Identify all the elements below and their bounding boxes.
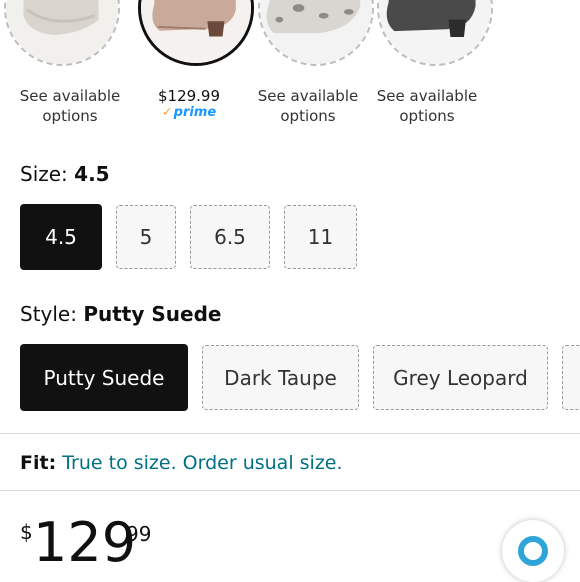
size-option-11[interactable]: 11 <box>284 205 357 269</box>
divider <box>0 490 580 491</box>
style-selected-value: Putty Suede <box>83 302 222 326</box>
swatch-black[interactable] <box>377 0 493 66</box>
price-currency: $ <box>20 520 33 544</box>
size-option-6-5[interactable]: 6.5 <box>190 205 270 269</box>
price-fraction: 99 <box>126 522 152 546</box>
style-option-more[interactable] <box>562 345 580 410</box>
boot-image <box>260 0 372 64</box>
fit-row: Fit: True to size. Order usual size. <box>20 452 343 474</box>
alexa-button[interactable] <box>502 520 564 582</box>
boot-image <box>379 0 491 64</box>
swatch-caption: See available options <box>257 87 359 125</box>
swatch-price: $129.99 <box>157 87 221 105</box>
divider <box>0 433 580 434</box>
prime-check-icon: ✓ <box>161 105 173 120</box>
swatch-caption: See available options <box>376 87 478 125</box>
size-option-4-5[interactable]: 4.5 <box>20 204 102 270</box>
size-option-5[interactable]: 5 <box>116 205 176 269</box>
prime-badge: ✓prime <box>161 105 217 120</box>
swatch-caption: See available options <box>19 87 121 125</box>
swatch-grey-leopard[interactable] <box>258 0 374 66</box>
style-option-grey-leopard[interactable]: Grey Leopard <box>373 345 548 410</box>
boot-image <box>6 0 118 64</box>
swatch-putty[interactable] <box>4 0 120 66</box>
price-whole: 129 <box>33 511 137 574</box>
style-label: Style: Putty Suede <box>20 302 222 326</box>
swatch-taupe-selected[interactable] <box>138 0 254 66</box>
boot-image <box>141 0 251 63</box>
size-label: Size: 4.5 <box>20 162 110 186</box>
fit-label: Fit: <box>20 452 57 474</box>
size-selected-value: 4.5 <box>74 162 110 186</box>
alexa-ring-icon <box>518 536 548 566</box>
style-option-putty-suede[interactable]: Putty Suede <box>20 344 188 411</box>
style-option-dark-taupe[interactable]: Dark Taupe <box>202 345 359 410</box>
fit-link[interactable]: True to size. Order usual size. <box>62 452 342 474</box>
